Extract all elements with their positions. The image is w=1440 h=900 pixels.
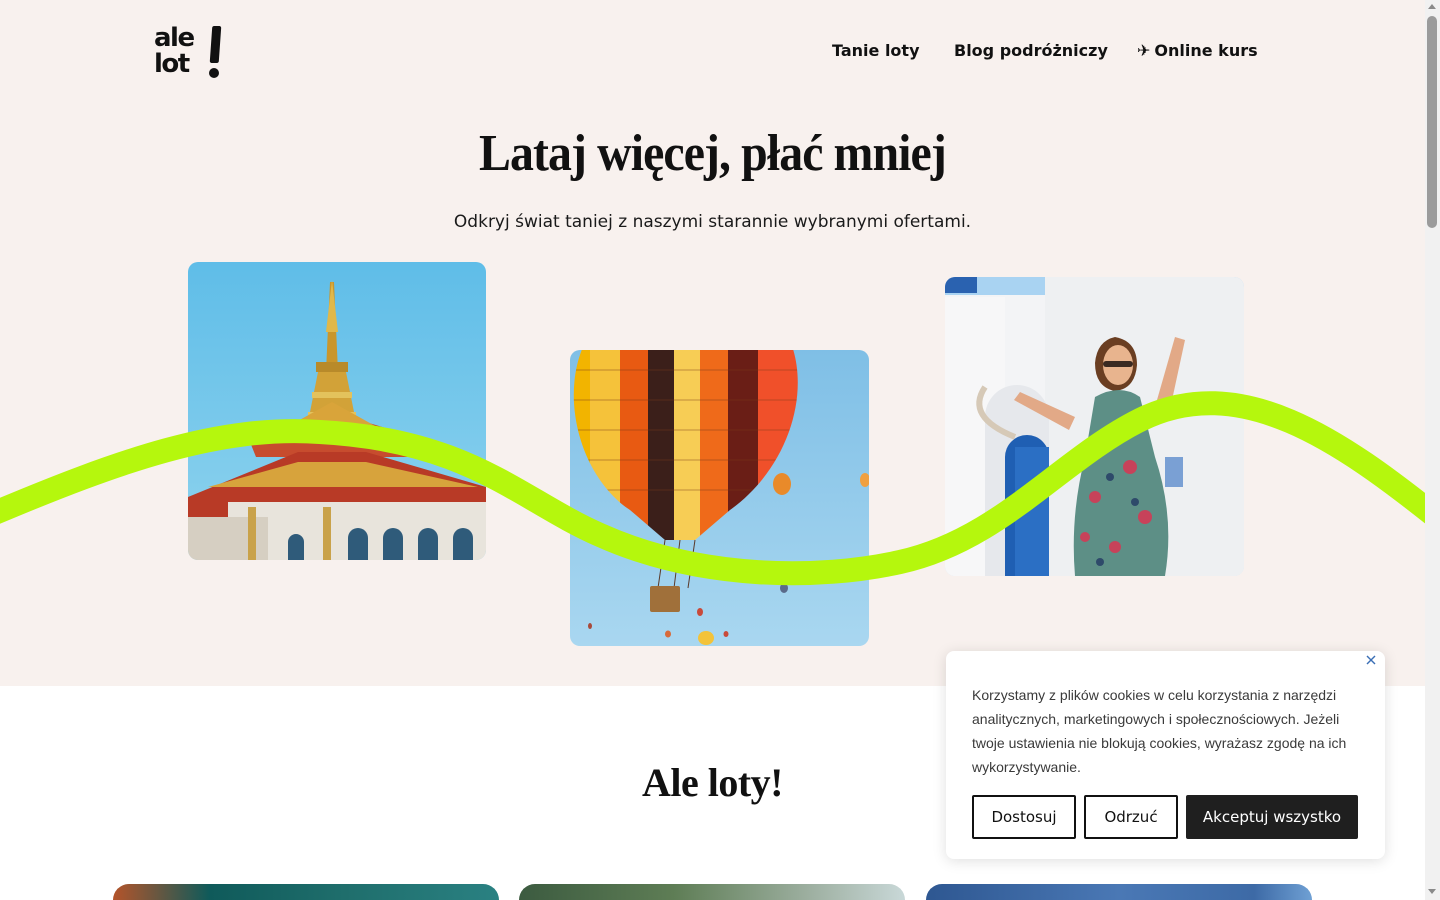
nav-link-blog[interactable]: Blog podróżniczy xyxy=(954,41,1108,61)
nav-link-online-kurs[interactable]: ✈ Online kurs xyxy=(1137,41,1258,61)
cookie-customize-button[interactable]: Dostosuj xyxy=(972,795,1076,839)
scrollbar-thumb[interactable] xyxy=(1427,16,1437,228)
nav-link-online-kurs-label: Online kurs xyxy=(1154,41,1258,60)
airplane-icon: ✈ xyxy=(1137,41,1151,60)
hero-title: Lataj więcej, płać mniej xyxy=(479,125,947,182)
scroll-down-arrow-icon[interactable] xyxy=(1428,889,1436,894)
page-scrollbar[interactable] xyxy=(1425,0,1440,900)
deal-card-2[interactable] xyxy=(519,884,905,900)
nav-link-tanie-loty[interactable]: Tanie loty xyxy=(832,41,920,61)
temple-photo xyxy=(188,262,486,560)
logo-exclamation-dot xyxy=(209,68,219,78)
hero-section: ale lot Tanie loty Blog podróżniczy ✈ Onl… xyxy=(0,0,1425,686)
main-nav: Tanie loty Blog podróżniczy ✈ Online kurs xyxy=(0,41,1425,63)
close-icon[interactable] xyxy=(1364,652,1378,666)
cookie-text: Korzystamy z plików cookies w celu korzy… xyxy=(972,687,1347,775)
cookie-accept-all-button[interactable]: Akceptuj wszystko xyxy=(1186,795,1358,839)
scroll-up-arrow-icon[interactable] xyxy=(1428,4,1436,9)
hero-subtitle: Odkryj świat taniej z naszymi starannie … xyxy=(453,212,972,232)
santorini-woman-photo xyxy=(945,277,1244,576)
hot-air-balloon-photo xyxy=(570,350,869,646)
deal-card-1[interactable] xyxy=(113,884,499,900)
cookie-reject-button[interactable]: Odrzuć xyxy=(1084,795,1178,839)
cookie-banner: Korzystamy z plików cookies w celu korzy… xyxy=(946,651,1385,859)
deal-card-3[interactable] xyxy=(926,884,1312,900)
